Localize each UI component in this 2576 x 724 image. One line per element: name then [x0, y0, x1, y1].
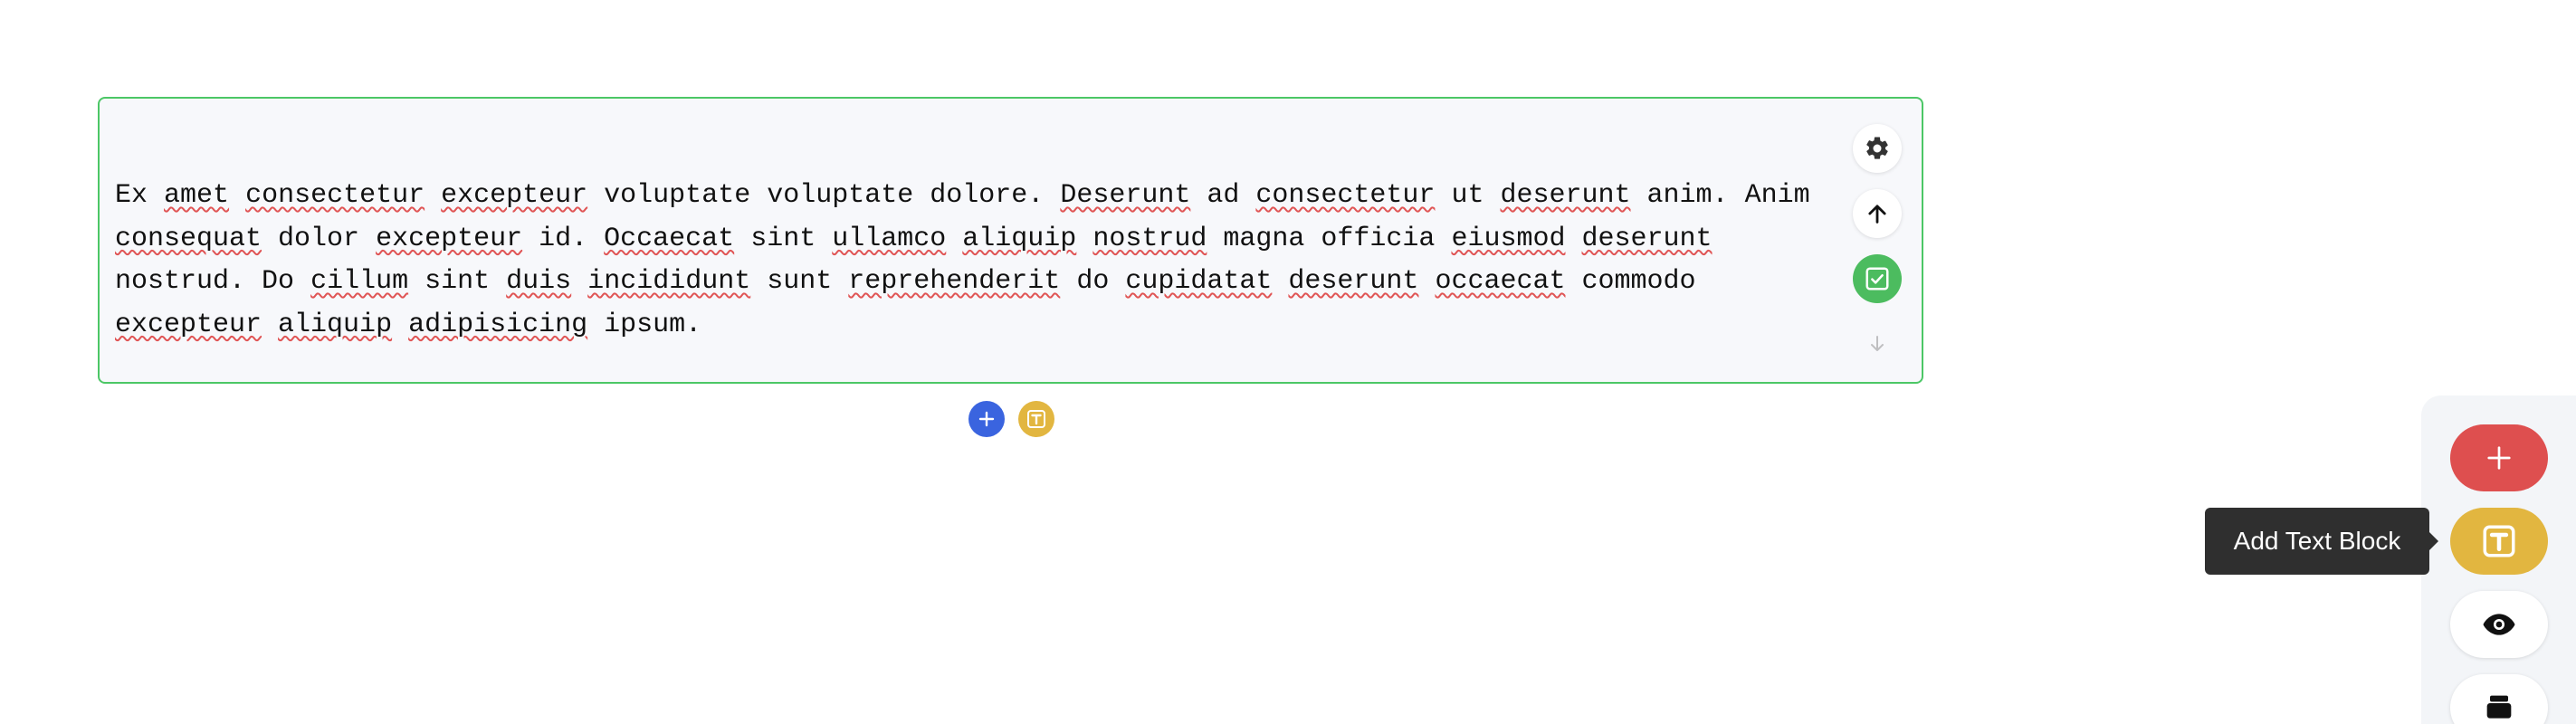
word: magna: [1223, 223, 1305, 254]
spellcheck-word: reprehenderit: [848, 266, 1061, 297]
spellcheck-word: consectetur: [1255, 180, 1436, 211]
spellcheck-word: adipisicing: [408, 309, 588, 340]
word: voluptate: [767, 180, 914, 211]
spellcheck-word: Occaecat: [604, 223, 735, 254]
inline-add-button[interactable]: [968, 401, 1005, 437]
word: Anim: [1744, 180, 1810, 211]
word: id.: [539, 223, 588, 254]
stack-button[interactable]: [2450, 674, 2548, 724]
preview-button[interactable]: [2450, 591, 2548, 658]
arrow-up-icon: [1868, 205, 1886, 224]
move-down-button[interactable]: [1853, 319, 1902, 368]
add-text-block-button[interactable]: [2450, 508, 2548, 575]
check-square-icon: [1865, 267, 1889, 291]
gear-icon: [1866, 137, 1888, 159]
spellcheck-word: excepteur: [115, 309, 262, 340]
word: ipsum.: [604, 309, 702, 340]
spellcheck-word: ullamco: [832, 223, 947, 254]
editor-page: Ex amet consectetur excepteur voluptate …: [0, 0, 2576, 724]
spellcheck-word: consequat: [115, 223, 262, 254]
spellcheck-word: duis: [506, 266, 572, 297]
word: sunt: [767, 266, 833, 297]
word: dolor: [278, 223, 360, 254]
text-block-icon: [1027, 410, 1045, 428]
spellcheck-word: aliquip: [962, 223, 1077, 254]
word: nostrud.: [115, 266, 246, 297]
word: officia: [1321, 223, 1436, 254]
word: Do: [262, 266, 295, 297]
spellcheck-word: amet: [164, 180, 230, 211]
text-block[interactable]: Ex amet consectetur excepteur voluptate …: [98, 97, 1923, 384]
spellcheck-word: eiusmod: [1451, 223, 1566, 254]
spellcheck-word: Deserunt: [1060, 180, 1191, 211]
arrow-down-icon: [1871, 336, 1884, 351]
spellcheck-word: deserunt: [1500, 180, 1631, 211]
spellcheck-word: occaecat: [1435, 266, 1566, 297]
eye-icon: [2483, 614, 2515, 635]
stack-icon: [2486, 695, 2512, 719]
spellcheck-word: consectetur: [245, 180, 425, 211]
word: do: [1076, 266, 1110, 297]
spellcheck-word: nostrud: [1092, 223, 1207, 254]
spellcheck-word: deserunt: [1581, 223, 1713, 254]
word: commodo: [1581, 266, 1696, 297]
block-controls: [1851, 124, 1903, 385]
word: voluptate: [604, 180, 751, 211]
word: anim.: [1646, 180, 1729, 211]
tooltip: Add Text Block: [2205, 508, 2438, 575]
add-block-button[interactable]: [2450, 424, 2548, 491]
move-up-button[interactable]: [1853, 189, 1902, 238]
text-block-icon: [2483, 525, 2515, 557]
spellcheck-word: deserunt: [1288, 266, 1419, 297]
word: sint: [425, 266, 491, 297]
spellcheck-word: excepteur: [441, 180, 588, 211]
word: ut: [1451, 180, 1484, 211]
word: ad: [1207, 180, 1240, 211]
plus-icon: [978, 411, 995, 427]
text-block-content[interactable]: Ex amet consectetur excepteur voluptate …: [115, 175, 1844, 347]
word: Ex: [115, 180, 148, 211]
word: sint: [750, 223, 816, 254]
settings-button[interactable]: [1853, 124, 1902, 173]
inline-add-text-button[interactable]: [1018, 401, 1054, 437]
spellcheck-word: cupidatat: [1125, 266, 1273, 297]
spellcheck-word: aliquip: [278, 309, 393, 340]
spellcheck-word: excepteur: [376, 223, 523, 254]
spellcheck-word: incididunt: [587, 266, 751, 297]
plus-icon: [2487, 446, 2511, 470]
spellcheck-word: cillum: [310, 266, 409, 297]
word: dolore.: [930, 180, 1045, 211]
accept-button[interactable]: [1853, 254, 1902, 303]
